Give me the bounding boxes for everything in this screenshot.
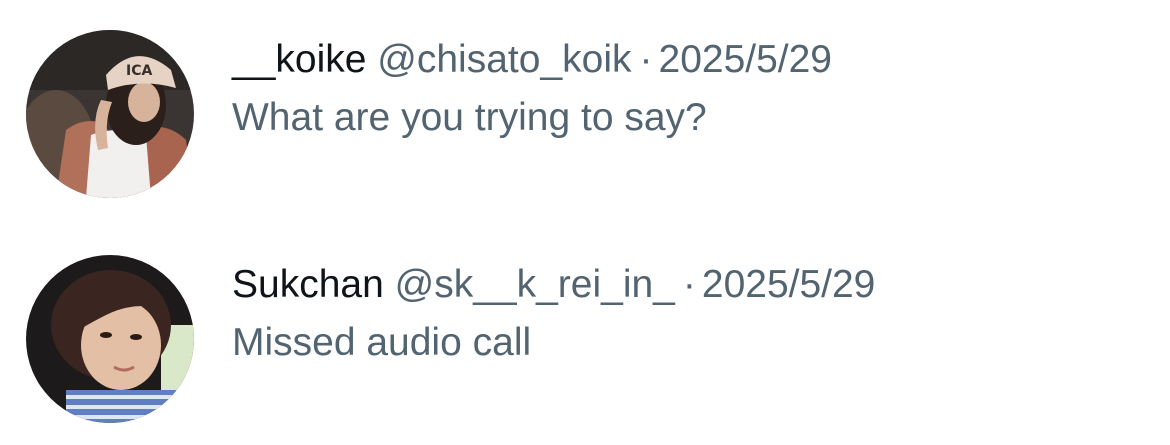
user-avatar-photo-icon: ICA xyxy=(26,30,194,198)
conversation-text: Sukchan @sk__k_rei_in_ · 2025/5/29 Missed … xyxy=(232,261,875,367)
user-handle[interactable]: @sk__k_rei_in_ xyxy=(395,263,675,306)
conversation-header: __koike @chisato_koik · 2025/5/29 xyxy=(232,36,832,84)
conversation-text: __koike @chisato_koik · 2025/5/29 What are… xyxy=(232,36,832,142)
avatar[interactable]: ICA xyxy=(26,30,194,198)
display-name[interactable]: __koike xyxy=(232,38,366,81)
message-preview: What are you trying to say? xyxy=(232,96,707,139)
message-date: 2025/5/29 xyxy=(701,263,876,306)
conversation-header: Sukchan @sk__k_rei_in_ · 2025/5/29 xyxy=(232,261,875,309)
conversation-row[interactable]: Sukchan @sk__k_rei_in_ · 2025/5/29 Missed … xyxy=(0,225,1170,425)
message-preview: Missed audio call xyxy=(232,321,532,364)
svg-text:ICA: ICA xyxy=(126,63,152,79)
conversation-row[interactable]: ICA __koike @chisato_koik · 2025/5/29 What… xyxy=(0,0,1170,200)
separator-dot: · xyxy=(639,38,653,81)
display-name[interactable]: Sukchan xyxy=(232,263,384,306)
separator-dot: · xyxy=(682,263,696,306)
avatar[interactable] xyxy=(26,255,194,423)
user-handle[interactable]: @chisato_koik xyxy=(377,38,631,81)
message-date: 2025/5/29 xyxy=(658,38,833,81)
user-avatar-photo-icon xyxy=(26,255,194,423)
